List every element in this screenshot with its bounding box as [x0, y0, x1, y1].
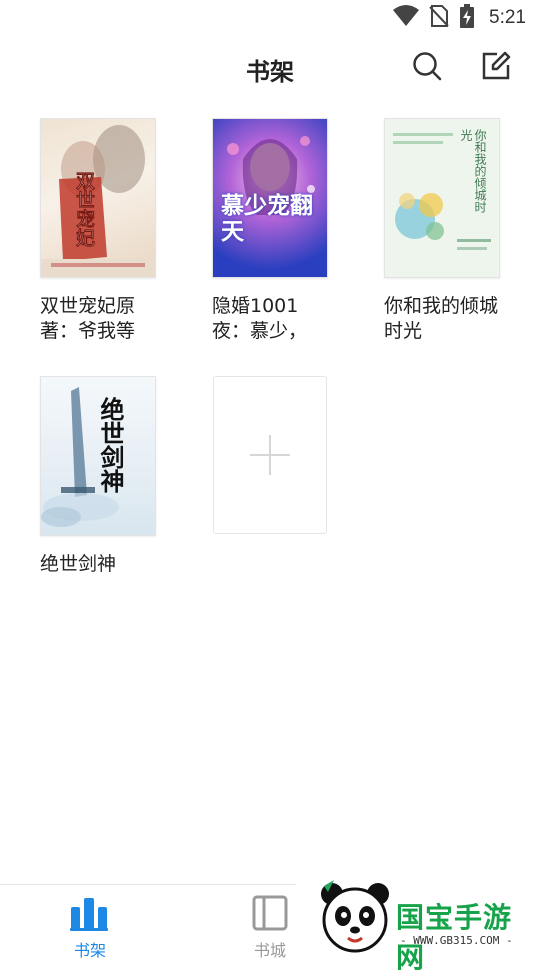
- bookstore-icon: [252, 895, 288, 936]
- status-icons: 5:21: [393, 3, 526, 33]
- add-book-button[interactable]: [213, 376, 327, 534]
- watermark: 国宝手游网 - WWW.GB315.COM -: [296, 868, 540, 974]
- cover-title: 慕少宠翻天: [221, 192, 313, 245]
- book-item[interactable]: 慕少宠翻天 隐婚1001夜：慕少，: [212, 118, 332, 344]
- status-time: 5:21: [489, 7, 526, 28]
- book-cover: 双世宠妃: [40, 118, 156, 278]
- search-button[interactable]: [409, 50, 445, 86]
- cover-title: 你和我的倾城时光: [459, 129, 487, 213]
- book-item[interactable]: 双世宠妃 双世宠妃原著：爷我等: [40, 118, 160, 344]
- status-bar: 5:21: [0, 0, 540, 36]
- wifi-icon: [393, 4, 420, 32]
- nav-tab-bookshelf[interactable]: 书架: [30, 885, 150, 961]
- book-title: 双世宠妃原著：爷我等: [40, 295, 136, 342]
- book-cover: 你和我的倾城时光: [384, 118, 500, 278]
- battery-charging-icon: [459, 3, 475, 33]
- book-item[interactable]: 你和我的倾城时光 你和我的倾城时光: [384, 118, 504, 344]
- panda-logo-icon: [318, 880, 392, 959]
- book-title: 绝世剑神: [40, 553, 117, 575]
- watermark-url: - WWW.GB315.COM -: [400, 934, 513, 947]
- book-cover: 慕少宠翻天: [212, 118, 328, 278]
- cover-title: 绝世剑神: [96, 397, 125, 493]
- page-title: 书架: [246, 58, 294, 86]
- book-title: 你和我的倾城时光: [384, 295, 499, 342]
- edit-icon: [481, 51, 511, 86]
- plus-icon: [250, 435, 290, 480]
- bookshelf-icon: [70, 897, 108, 936]
- book-item[interactable]: 绝世剑神 绝世剑神: [40, 376, 160, 602]
- edit-button[interactable]: [478, 50, 514, 86]
- no-sim-icon: [429, 4, 449, 32]
- book-title: 隐婚1001夜：慕少，: [212, 295, 308, 342]
- book-cover: 绝世剑神: [40, 376, 156, 536]
- top-bar: 书架: [0, 36, 540, 102]
- search-icon: [412, 51, 442, 86]
- cover-title: 双世宠妃: [73, 171, 96, 248]
- nav-label-bookshelf: 书架: [73, 943, 106, 960]
